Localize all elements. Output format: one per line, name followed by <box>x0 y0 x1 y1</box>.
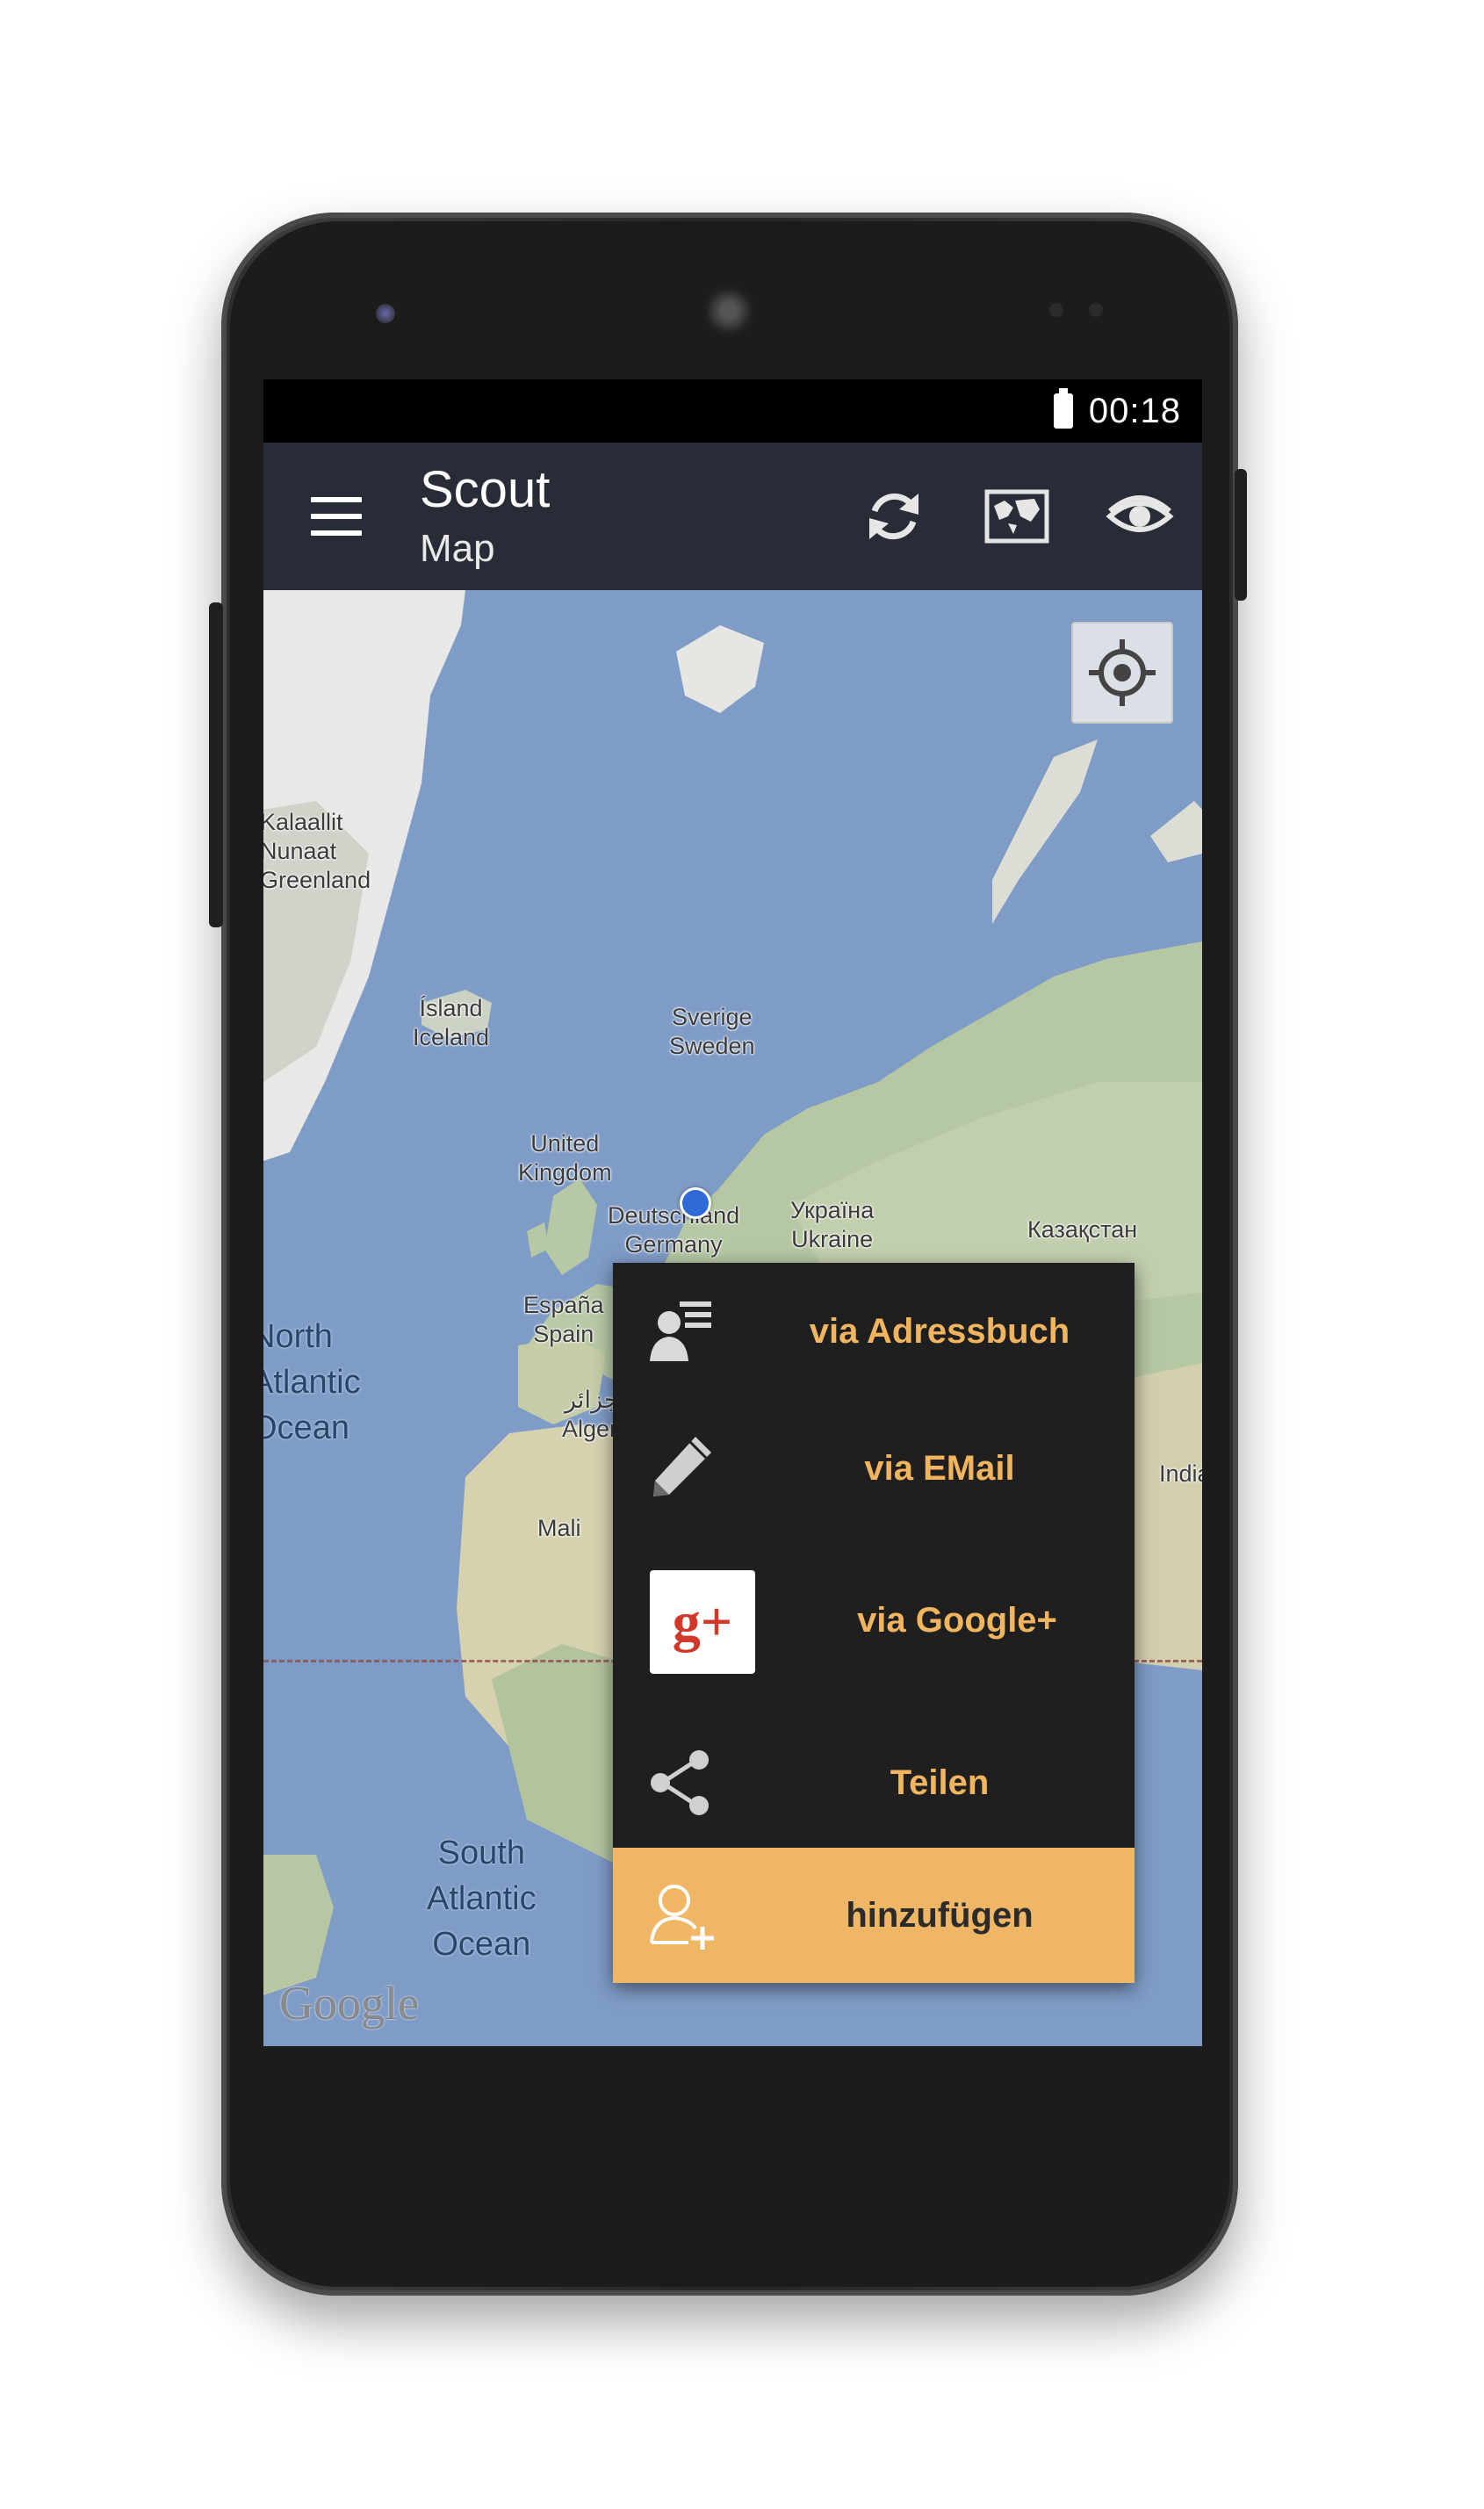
front-camera <box>702 285 755 337</box>
my-location-button[interactable] <box>1071 622 1173 724</box>
share-menu-label: via EMail <box>864 1448 1015 1488</box>
current-location-marker[interactable] <box>680 1187 711 1219</box>
share-menu-item-adressbuch[interactable]: via Adressbuch <box>613 1263 1135 1400</box>
battery-full-icon <box>1053 388 1073 429</box>
add-person-icon <box>650 1885 714 1950</box>
add-button-label: hinzufügen <box>846 1895 1034 1935</box>
pencil-icon <box>653 1437 711 1496</box>
google-attribution: Google <box>279 1977 419 2030</box>
status-clock: 00:18 <box>1088 391 1181 430</box>
share-menu-item-email[interactable]: via EMail <box>613 1400 1135 1537</box>
app-title: Scout <box>420 461 551 518</box>
map-label-south-atlantic: South Atlantic Ocean <box>427 1835 537 1963</box>
map-label-ukraine: Україна Ukraine <box>790 1197 875 1252</box>
share-icon <box>651 1750 709 1815</box>
google-plus-icon: g+ <box>650 1570 755 1674</box>
map-label-germany: Deutschland Germany <box>608 1202 740 1258</box>
share-menu: via Adressbuch via EMail g+ via Google+ <box>613 1263 1135 1983</box>
map-label-greenland: Kalaallit Nunaat Greenland <box>263 809 371 893</box>
map-label-iceland: Ísland Iceland <box>413 995 490 1050</box>
share-menu-item-googleplus[interactable]: g+ via Google+ <box>613 1537 1135 1704</box>
map-label-north-atlantic: North Atlantic Ocean <box>263 1318 361 1446</box>
map-label-spain: España Spain <box>523 1292 604 1347</box>
map-label-sweden: Sverige Sweden <box>669 1004 755 1059</box>
map-label-india: India <box>1159 1460 1202 1487</box>
hamburger-menu-icon[interactable] <box>311 497 362 536</box>
map-label-uk: United Kingdom <box>518 1130 612 1186</box>
refresh-icon[interactable] <box>859 481 929 552</box>
proximity-sensor <box>376 304 395 323</box>
share-menu-item-teilen[interactable]: Teilen <box>613 1704 1135 1862</box>
light-sensor-2 <box>1089 303 1103 317</box>
screen-subtitle: Map <box>420 527 495 570</box>
volume-button <box>209 602 223 927</box>
share-menu-label: Teilen <box>890 1763 990 1802</box>
my-location-icon <box>1089 639 1156 706</box>
status-bar: 00:18 <box>263 379 1202 443</box>
add-button[interactable]: hinzufügen <box>613 1848 1135 1983</box>
map-layers-icon[interactable] <box>982 481 1052 552</box>
power-button <box>1235 469 1247 601</box>
share-menu-label: via Adressbuch <box>809 1311 1070 1351</box>
map-label-kazakhstan: Казақстан <box>1027 1216 1138 1243</box>
phone-screen: Kalaallit Nunaat Greenland Ísland Icelan… <box>263 379 1202 2046</box>
eye-icon[interactable] <box>1105 481 1175 552</box>
light-sensor <box>1049 303 1063 317</box>
share-menu-label: via Google+ <box>857 1600 1057 1640</box>
action-bar: Scout Map <box>263 443 1202 590</box>
map-label-mali: Mali <box>537 1515 581 1541</box>
contacts-icon <box>650 1301 711 1361</box>
